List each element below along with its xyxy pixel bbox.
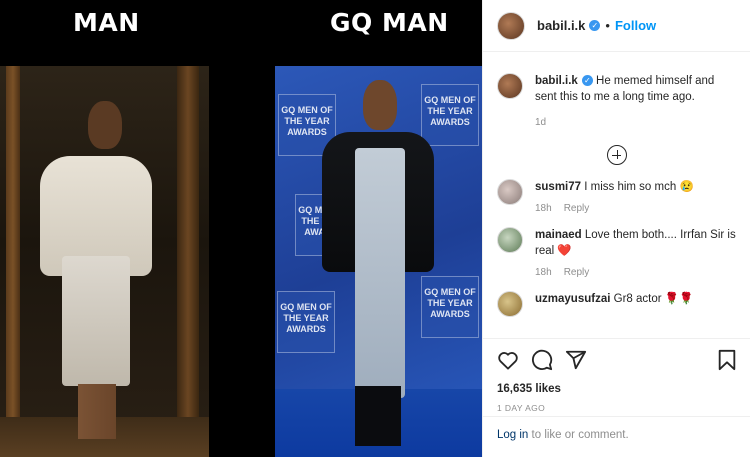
comment-username[interactable]: susmi77 (535, 181, 581, 193)
verified-badge-icon: ✓ (589, 20, 601, 31)
heart-icon[interactable] (497, 350, 519, 370)
left-photo-panel (0, 66, 209, 457)
caption-username[interactable]: babil.i.k (535, 75, 578, 87)
avatar[interactable] (497, 227, 523, 253)
separator: • (605, 18, 610, 33)
post-sidebar: babil.i.k ✓ • Follow babil.i.k ✓ He memed… (482, 0, 750, 457)
avatar[interactable] (497, 179, 523, 205)
post-header: babil.i.k ✓ • Follow (483, 0, 750, 52)
load-more[interactable] (483, 145, 750, 165)
comment-username[interactable]: uzmayusufzai (535, 293, 610, 305)
post-image[interactable]: GQ MEN OF THE YEAR AWARDS GQ MEN OF THE … (0, 0, 482, 457)
post-date[interactable]: 1 DAY AGO (497, 403, 737, 413)
bookmark-icon[interactable] (717, 349, 737, 371)
list-item: uzmayusufzai Gr8 actor 🌹🌹 (483, 291, 750, 317)
plus-circle-icon[interactable] (607, 145, 627, 165)
follow-button[interactable]: Follow (615, 18, 656, 33)
list-item: mainaed Love them both.... Irrfan Sir is… (483, 227, 750, 281)
post-caption: babil.i.k ✓ He memed himself and sent thi… (483, 73, 750, 131)
list-item: susmi77 I miss him so mch 😢 18h Reply (483, 179, 750, 217)
login-link[interactable]: Log in (497, 429, 528, 441)
comment-text: Gr8 actor 🌹🌹 (613, 293, 694, 305)
gq-logo: GQ MEN OF THE YEAR AWARDS (277, 291, 335, 353)
caption-man: MAN (73, 8, 140, 37)
comments-feed[interactable]: babil.i.k ✓ He memed himself and sent thi… (483, 53, 750, 338)
reply-button[interactable]: Reply (564, 267, 590, 278)
avatar[interactable] (497, 73, 523, 99)
reply-button[interactable]: Reply (564, 203, 590, 214)
gq-logo: GQ MEN OF THE YEAR AWARDS (421, 84, 479, 146)
avatar[interactable] (497, 291, 523, 317)
comment-age[interactable]: 18h (535, 203, 552, 214)
comment-text: I miss him so mch 😢 (584, 181, 694, 193)
comment-icon[interactable] (531, 349, 553, 371)
comment-username[interactable]: mainaed (535, 229, 582, 241)
caption-age[interactable]: 1d (535, 117, 546, 128)
post-actions: 16,635 likes 1 DAY AGO (483, 338, 750, 413)
likes-count[interactable]: 16,635 likes (497, 383, 737, 395)
right-photo-panel: GQ MEN OF THE YEAR AWARDS GQ MEN OF THE … (275, 66, 482, 457)
avatar[interactable] (497, 11, 525, 40)
gq-logo: GQ MEN OF THE YEAR AWARDS (421, 276, 479, 338)
header-username[interactable]: babil.i.k (537, 18, 585, 33)
login-prompt: Log in to like or comment. (483, 416, 750, 453)
verified-badge-icon: ✓ (581, 75, 593, 87)
login-rest: to like or comment. (528, 429, 629, 441)
caption-gq-man: GQ MAN (330, 8, 449, 37)
comment-age[interactable]: 18h (535, 267, 552, 278)
share-icon[interactable] (565, 349, 587, 371)
